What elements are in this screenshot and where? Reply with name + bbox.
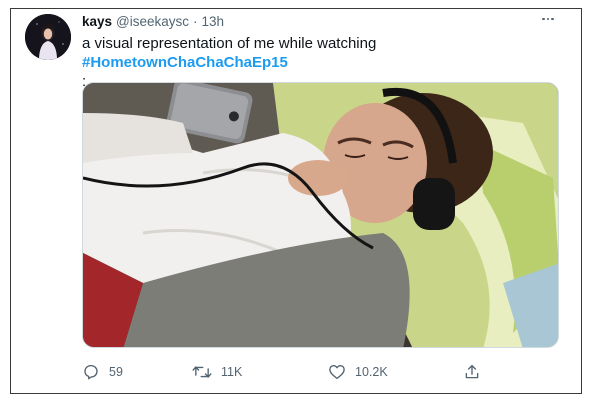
like-count: 10.2K — [355, 365, 388, 379]
tweet-actions: 59 11K 10.2K — [80, 360, 500, 384]
avatar[interactable] — [25, 14, 71, 60]
retweet-button[interactable]: 11K — [192, 360, 242, 384]
handle[interactable]: @iseekaysc — [116, 14, 189, 29]
tweet-media-photo[interactable] — [82, 82, 559, 348]
heart-icon — [328, 363, 346, 381]
share-icon — [463, 363, 481, 381]
tweet-text-body: a visual representation of me while watc… — [82, 35, 377, 52]
avatar-image — [25, 14, 71, 60]
separator-dot: · — [193, 14, 198, 29]
timestamp[interactable]: 13h — [202, 14, 225, 29]
reply-count: 59 — [109, 365, 123, 379]
retweet-count: 11K — [221, 365, 243, 379]
reply-button[interactable]: 59 — [82, 360, 123, 384]
photo-image — [83, 83, 558, 347]
tweet-header: kays @iseekaysc · 13h — [82, 14, 224, 32]
display-name[interactable]: kays — [82, 14, 112, 29]
like-button[interactable]: 10.2K — [328, 360, 388, 384]
retweet-icon — [192, 363, 212, 381]
share-button[interactable] — [463, 360, 481, 384]
reply-icon — [82, 363, 100, 381]
more-horizontal-icon[interactable] — [539, 13, 557, 25]
hashtag-link[interactable]: #HometownChaChaChaEp15 — [82, 54, 288, 71]
